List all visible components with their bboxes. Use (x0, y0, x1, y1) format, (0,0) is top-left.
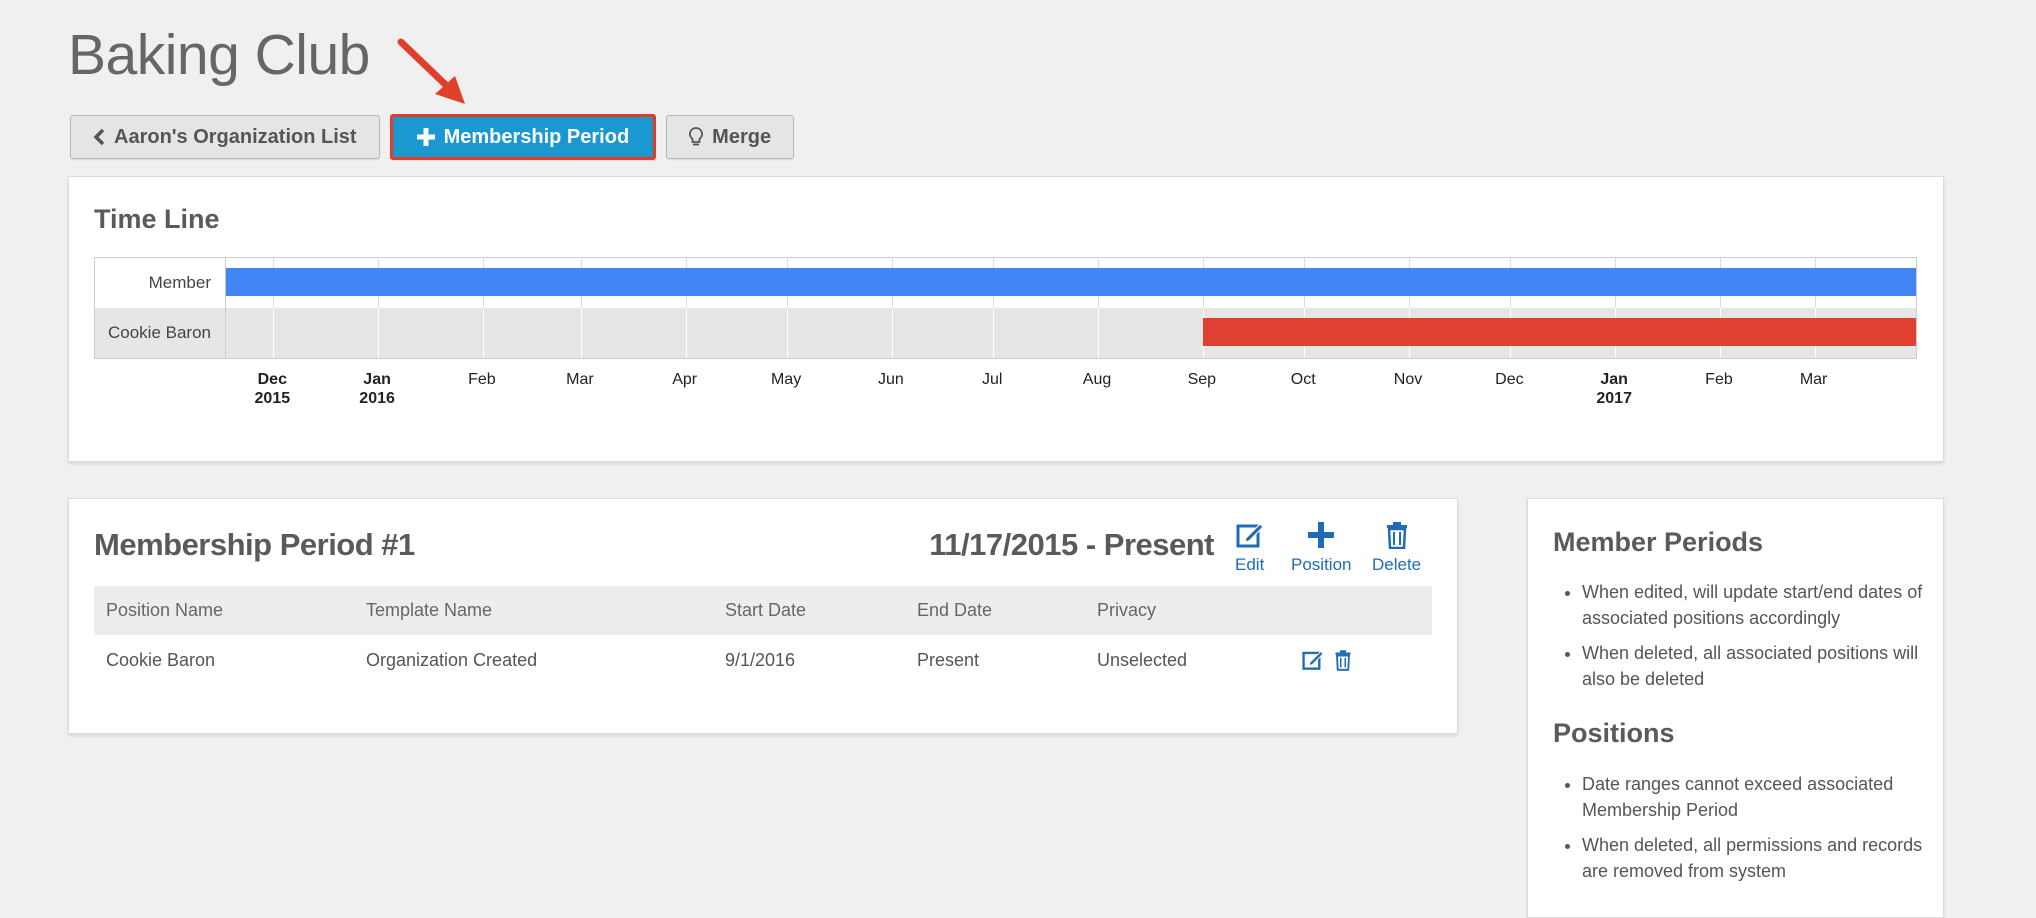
merge-button[interactable]: Merge (666, 115, 795, 159)
position-name-cell: Cookie Baron (106, 649, 216, 670)
timeline-tick-label: Feb (468, 371, 496, 388)
timeline-tick-label: Sep (1187, 371, 1217, 388)
timeline-row-label: Cookie Baron (95, 308, 226, 358)
column-header: Privacy (1085, 586, 1290, 635)
help-panel: Member Periods When edited, will update … (1527, 498, 1944, 918)
timeline-grid-line (993, 308, 995, 358)
delete-label: Delete (1372, 555, 1422, 574)
positions-table: Position Name Template Name Start Date E… (94, 586, 1432, 685)
position-label: Position (1291, 555, 1352, 574)
list-item: When deleted, all permissions and record… (1582, 832, 1942, 884)
timeline-grid-line (580, 308, 582, 358)
timeline-row-cookie-baron: Cookie Baron (95, 308, 1916, 358)
page-title: Baking Club (68, 23, 370, 87)
timeline-chart: Member Cookie Baron (94, 257, 1917, 359)
annotation-arrow (397, 38, 465, 104)
column-header: Start Date (713, 586, 905, 635)
column-header: Template Name (354, 586, 713, 635)
edit-label: Edit (1235, 555, 1265, 574)
plus-icon (416, 128, 435, 146)
positions-heading: Positions (1553, 718, 1675, 748)
add-membership-period-button[interactable]: Membership Period (389, 114, 657, 160)
column-header: End Date (905, 586, 1085, 635)
timeline-grid-line (378, 308, 380, 358)
end-date-cell: Present (917, 649, 980, 670)
timeline-tick-label: Dec (1495, 371, 1524, 388)
add-period-button-label: Membership Period (443, 125, 630, 148)
member-periods-list: When edited, will update start/end dates… (1558, 579, 1942, 701)
privacy-cell: Unselected (1097, 649, 1188, 670)
timeline-tick-label: Feb (1705, 371, 1733, 388)
timeline-grid-line (482, 308, 484, 358)
timeline-tick-label: Apr (672, 371, 698, 388)
timeline-grid-line (891, 308, 893, 358)
toolbar: Aaron's Organization List Membership Per… (70, 114, 795, 160)
timeline-heading: Time Line (94, 204, 220, 234)
timeline-row-label: Member (95, 258, 226, 308)
back-to-organization-list-button[interactable]: Aaron's Organization List (70, 115, 380, 159)
edit-position-icon[interactable] (1302, 649, 1324, 671)
timeline-tick-label: Oct (1290, 371, 1316, 388)
timeline-tick-label: Jun (877, 371, 904, 388)
timeline-tick-label: Dec 2015 (254, 371, 291, 407)
column-header: Position Name (94, 586, 354, 635)
timeline-bar[interactable] (1202, 318, 1916, 346)
timeline-tick-label: Aug (1082, 371, 1112, 388)
start-date-cell: 9/1/2016 (725, 649, 796, 670)
timeline-month-axis: Dec 2015 Jan 2016 Feb Mar Apr May Jun Jul Aug Sep Oc… (94, 370, 1917, 410)
edit-icon (1236, 523, 1264, 548)
timeline-row-member: Member (95, 258, 1916, 309)
timeline-tick-label: Mar (566, 371, 594, 388)
column-header-actions (1290, 586, 1432, 635)
list-item: Date ranges cannot exceed associated Mem… (1582, 771, 1942, 823)
membership-period-range: 11/17/2015 - Present (929, 527, 1214, 562)
timeline-tick-label: Jul (982, 371, 1003, 388)
template-name-cell: Organization Created (366, 649, 538, 670)
list-item: When deleted, all associated positions w… (1582, 640, 1942, 692)
merge-button-label: Merge (712, 125, 772, 148)
timeline-grid-line (685, 308, 687, 358)
positions-list: Date ranges cannot exceed associated Mem… (1558, 771, 1942, 893)
timeline-bar[interactable] (226, 268, 1916, 296)
trash-icon (1386, 522, 1407, 549)
row-actions-cell (1290, 635, 1432, 685)
delete-period-button[interactable]: Delete (1372, 521, 1421, 575)
timeline-panel: Time Line Member Cookie Baron Dec 2015 Jan… (68, 176, 1944, 462)
table-row: Cookie Baron Organization Created 9/1/20… (94, 635, 1432, 685)
member-periods-heading: Member Periods (1553, 527, 1764, 557)
timeline-tick-label: Jan 2016 (359, 371, 395, 407)
membership-period-panel: Membership Period #1 11/17/2015 - Presen… (68, 498, 1458, 734)
timeline-grid-line (273, 308, 275, 358)
delete-position-icon[interactable] (1334, 649, 1352, 671)
timeline-tick-label: Jan 2017 (1596, 371, 1632, 407)
timeline-grid-line (787, 308, 789, 358)
chevron-left-icon (93, 128, 105, 146)
plus-icon (1308, 522, 1335, 548)
back-button-label: Aaron's Organization List (114, 125, 357, 148)
lightbulb-icon (689, 127, 704, 147)
timeline-tick-label: Nov (1393, 371, 1423, 388)
table-header-row: Position Name Template Name Start Date E… (94, 586, 1432, 635)
membership-period-heading: Membership Period #1 (94, 527, 415, 562)
edit-period-button[interactable]: Edit (1235, 521, 1264, 575)
list-item: When edited, will update start/end dates… (1582, 579, 1942, 631)
timeline-tick-label: Mar (1799, 371, 1828, 388)
add-position-button[interactable]: Position (1291, 521, 1351, 575)
timeline-tick-label: May (770, 371, 802, 388)
timeline-grid-line (1098, 308, 1100, 358)
